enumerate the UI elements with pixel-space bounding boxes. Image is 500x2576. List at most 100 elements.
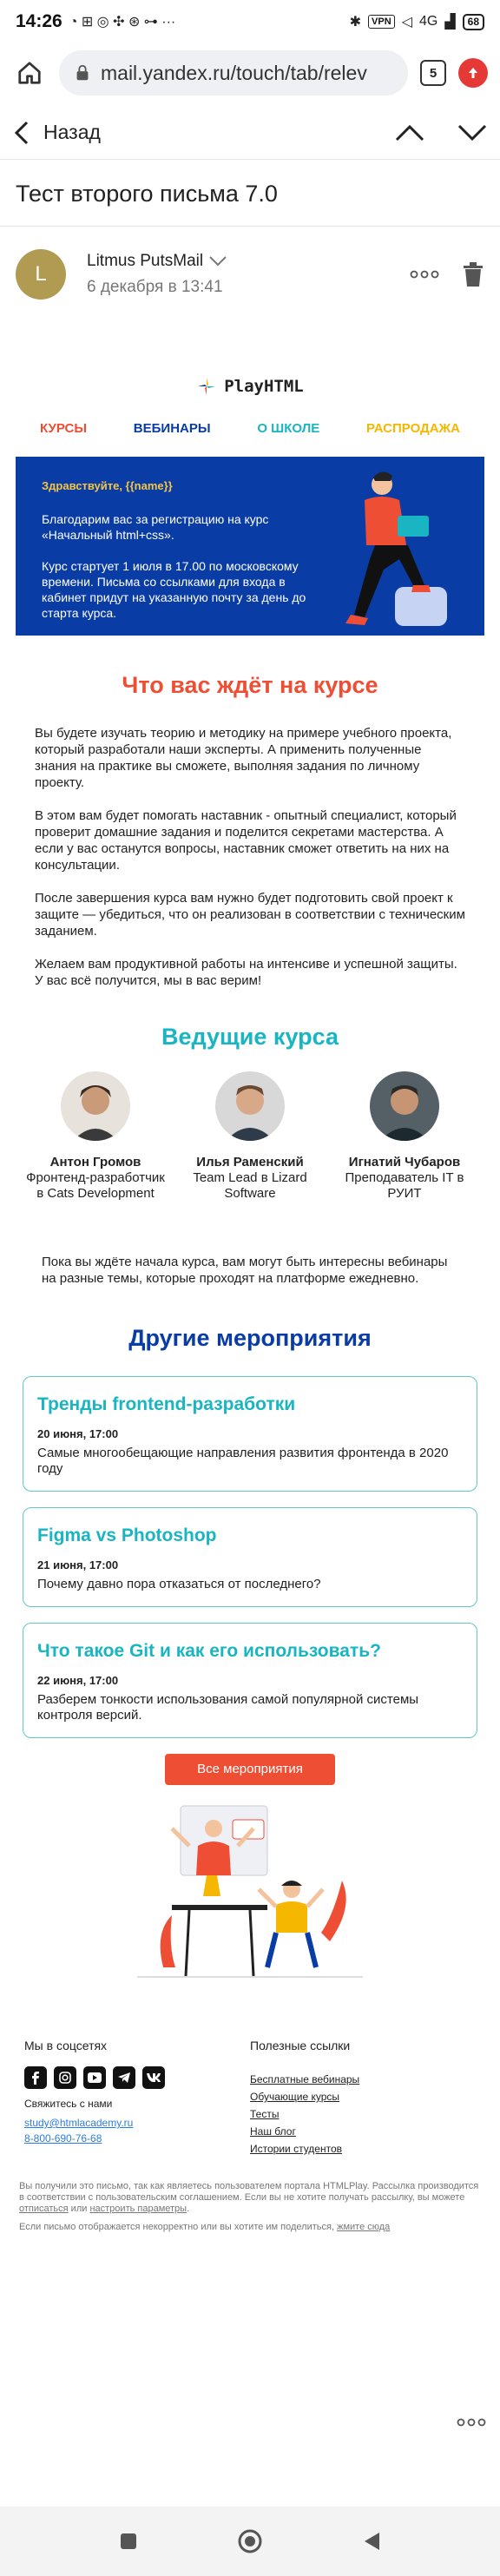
event-date: 22 июня, 17:00 (37, 1674, 119, 1687)
teacher-name: Илья Раменский (196, 1155, 304, 1169)
menu-webinars[interactable]: ВЕБИНАРЫ (134, 421, 211, 436)
menu-about[interactable]: О ШКОЛЕ (257, 421, 319, 436)
legal-paragraph: Вы получили это письмо, так как являетес… (19, 2181, 481, 2215)
events-illustration (137, 1805, 363, 1978)
legal-text: или (68, 2204, 90, 2214)
battery-indicator: 68 (462, 13, 484, 30)
settings-link[interactable]: настроить параметры (89, 2204, 187, 2214)
all-events-button[interactable]: Все мероприятия (165, 1754, 335, 1785)
hero-paragraph: Благодарим вас за регистрацию на курс «Н… (42, 512, 269, 542)
playhtml-logo[interactable]: PlayHTML (16, 369, 484, 404)
previous-message-icon[interactable] (394, 123, 425, 142)
event-title[interactable]: Что такое Git и как его использовать? (37, 1641, 463, 1662)
menu-sale[interactable]: РАСПРОДАЖА (366, 421, 460, 436)
yandex-button[interactable] (458, 58, 488, 88)
address-bar[interactable]: mail.yandex.ru/touch/tab/relev (59, 50, 408, 96)
mail-navigation: Назад (0, 106, 500, 160)
teacher-role: Фронтенд-разработчик в Cats Development (26, 1170, 165, 1201)
vpn-badge: VPN (368, 15, 395, 29)
teacher-role: Преподаватель IT в РУИТ (345, 1170, 464, 1201)
browser-bar: mail.yandex.ru/touch/tab/relev 5 (0, 43, 500, 102)
teacher-photo (215, 1071, 285, 1141)
facebook-icon[interactable] (24, 2066, 47, 2089)
sender-header: L Litmus PutsMail 6 декабря в 13:41 (16, 247, 484, 302)
legal-text: Вы получили это письмо, так как являетес… (19, 2181, 479, 2203)
event-card[interactable]: Тренды frontend-разработки 20 июня, 17:0… (23, 1376, 477, 1492)
vk-icon[interactable] (142, 2066, 165, 2089)
footer-link[interactable]: Бесплатные вебинары (250, 2073, 476, 2085)
menu-courses[interactable]: КУРСЫ (40, 421, 87, 436)
url-text: mail.yandex.ru/touch/tab/relev (101, 61, 367, 84)
event-date: 21 июня, 17:00 (37, 1558, 119, 1571)
upload-arrow-icon (468, 68, 478, 78)
logo-text: PlayHTML (224, 377, 304, 396)
chevron-down-icon (209, 256, 227, 267)
trash-icon[interactable] (462, 261, 484, 287)
hero-paragraph: Курс стартует 1 июля в 17.00 по московск… (42, 559, 306, 620)
unsubscribe-link[interactable]: отписаться (19, 2204, 69, 2214)
teacher-photo (370, 1071, 439, 1141)
event-title[interactable]: Figma vs Photoshop (37, 1525, 463, 1546)
footer-link[interactable]: Обучающие курсы (250, 2091, 476, 2103)
status-bar: 14:26 ◔ ⊞ ◎ ✣ ⊛ ⊶ ··· ✱ VPN ◁ 4G ▟ 68 (0, 0, 500, 43)
telegram-icon[interactable] (113, 2066, 135, 2089)
home-circle-icon[interactable] (237, 2528, 263, 2554)
sender-name-row[interactable]: Litmus PutsMail (87, 252, 227, 271)
network-label: 4G (418, 14, 438, 29)
next-message-icon[interactable] (457, 123, 488, 142)
back-button[interactable]: Назад (12, 120, 101, 146)
course-description: Вы будете изучать теорию и методику на п… (16, 725, 484, 989)
mute-icon: ◁ (401, 15, 412, 30)
home-button[interactable] (12, 56, 47, 90)
event-card[interactable]: Что такое Git и как его использовать? 22… (23, 1623, 477, 1738)
teacher-name: Антон Громов (49, 1155, 141, 1169)
teachers-list: Антон Громов Фронтенд-разработчик в Cats… (16, 1071, 484, 1202)
signal-icon: ▟ (444, 15, 456, 30)
avatar[interactable]: L (16, 249, 66, 300)
section-title-events: Другие мероприятия (128, 1325, 372, 1351)
legal-text: . (187, 2204, 190, 2214)
contact-title: Свяжитесь с нами (24, 2098, 113, 2110)
paragraph: Желаем вам продуктивной работы на интенс… (35, 957, 457, 988)
social-links (24, 2066, 250, 2089)
chevron-left-icon (14, 121, 29, 144)
paragraph: В этом вам будет помогать наставник - оп… (35, 808, 457, 873)
message-subject: Тест второго письма 7.0 (16, 181, 278, 207)
more-options-icon[interactable] (410, 270, 439, 279)
event-card[interactable]: Figma vs Photoshop 21 июня, 17:00 Почему… (23, 1507, 477, 1607)
section-title-teachers: Ведущие курса (161, 1024, 339, 1050)
webinar-note: Пока вы ждёте начала курса, вам могут бы… (42, 1255, 448, 1286)
youtube-icon[interactable] (83, 2066, 106, 2089)
teacher-photo (61, 1071, 130, 1141)
view-online-link[interactable]: жмите сюда (337, 2222, 390, 2232)
back-triangle-icon[interactable] (362, 2531, 381, 2552)
teacher-role: Team Lead в Lizard Software (193, 1170, 307, 1201)
email-body: PlayHTML КУРСЫ ВЕБИНАРЫ О ШКОЛЕ РАСПРОДА… (16, 343, 484, 2233)
logo-icon (198, 378, 216, 395)
teacher-card: Антон Громов Фронтенд-разработчик в Cats… (26, 1071, 165, 1202)
contact-email-link[interactable]: study@htmlacademy.ru (24, 2117, 250, 2129)
site-settings-icon[interactable] (73, 63, 92, 82)
instagram-icon[interactable] (54, 2066, 76, 2089)
system-navigation-bar (0, 2507, 500, 2576)
back-label: Назад (43, 121, 101, 143)
event-title[interactable]: Тренды frontend-разработки (37, 1394, 463, 1415)
message-date: 6 декабря в 13:41 (87, 278, 223, 296)
events-illustration-wrap (16, 1802, 484, 1985)
footer-link[interactable]: Наш блог (250, 2125, 476, 2138)
divider (0, 226, 500, 227)
hero-illustration (345, 471, 447, 626)
paragraph: Вы будете изучать теорию и методику на п… (35, 726, 452, 790)
event-description: Самые многообещающие направления развити… (37, 1446, 449, 1476)
footer-link[interactable]: Тесты (250, 2108, 476, 2120)
recents-icon[interactable] (119, 2532, 138, 2551)
useful-links: Бесплатные вебинары Обучающие курсы Тест… (250, 2073, 476, 2155)
email-footer: Мы в соцсетях Свяжитесь с нами study@htm… (16, 2039, 484, 2155)
more-actions-icon[interactable] (457, 2418, 486, 2427)
legal-paragraph: Если письмо отображается некорректно или… (19, 2222, 481, 2233)
contact-phone-link[interactable]: 8-800-690-76-68 (24, 2132, 250, 2144)
event-date: 20 июня, 17:00 (37, 1427, 119, 1440)
events-list: Тренды frontend-разработки 20 июня, 17:0… (16, 1376, 484, 1738)
tabs-button[interactable]: 5 (420, 60, 446, 86)
footer-link[interactable]: Истории студентов (250, 2143, 476, 2155)
